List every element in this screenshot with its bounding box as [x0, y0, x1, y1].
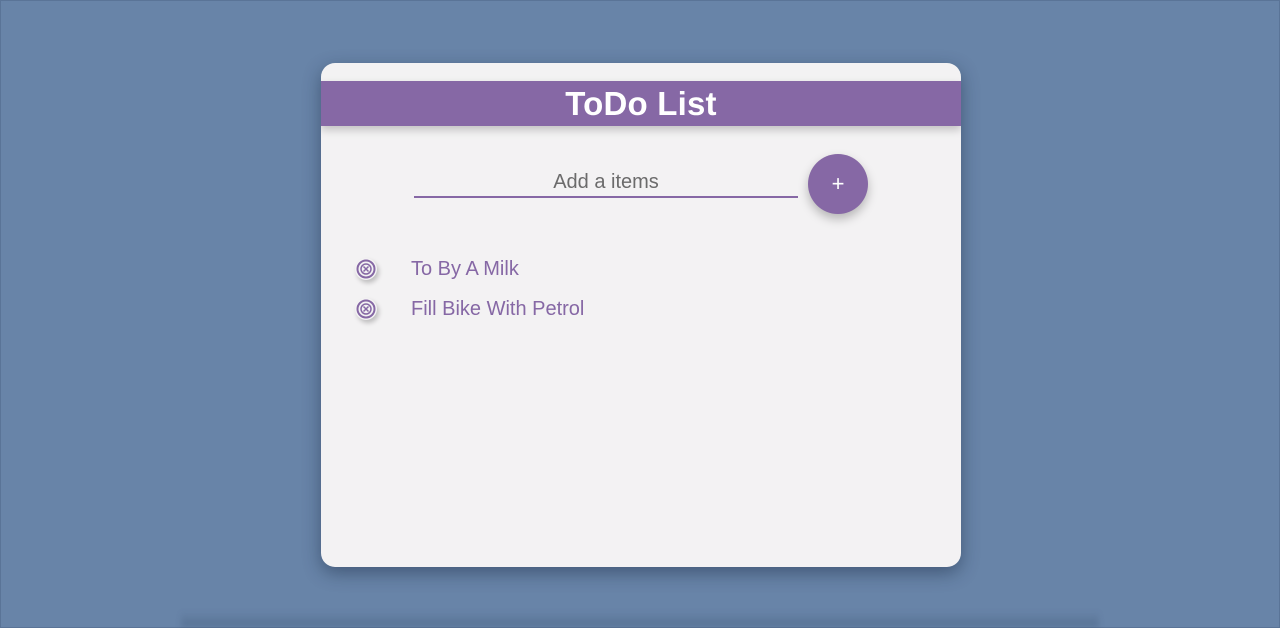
list-item-text: To By A Milk — [411, 257, 519, 280]
list-item: Fill Bike With Petrol — [355, 289, 915, 329]
list-item: To By A Milk — [355, 249, 915, 289]
add-item-button[interactable]: + — [808, 154, 868, 214]
todo-header: ToDo List — [321, 81, 961, 126]
todo-card: ToDo List + To By A Milk — [321, 63, 961, 567]
add-item-input[interactable] — [414, 168, 798, 198]
page-bottom-shadow — [181, 611, 1099, 627]
add-item-row: + — [414, 154, 874, 214]
page-title: ToDo List — [565, 84, 717, 122]
todo-list: To By A Milk Fill Bike With Petrol — [355, 249, 915, 329]
close-circle-icon[interactable] — [355, 258, 377, 280]
close-circle-icon[interactable] — [355, 298, 377, 320]
list-item-text: Fill Bike With Petrol — [411, 297, 585, 320]
